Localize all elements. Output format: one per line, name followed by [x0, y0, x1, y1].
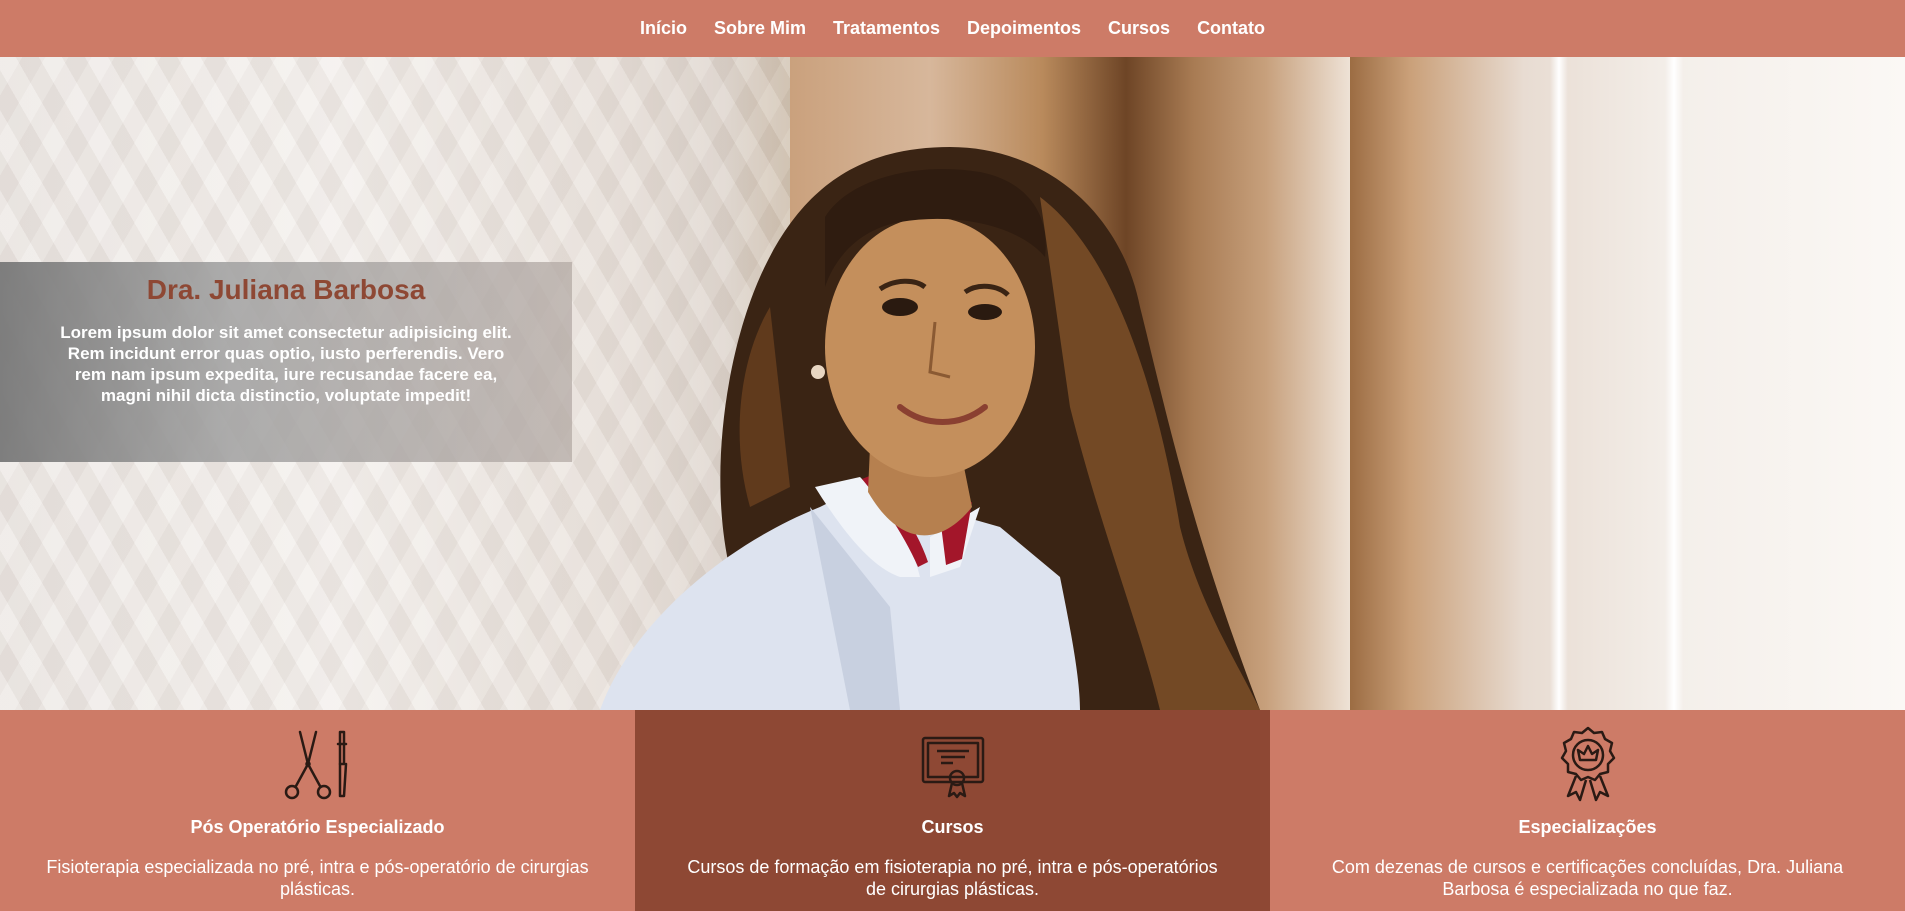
feature-title: Cursos — [921, 817, 984, 837]
hero-banner: Dra. Juliana Barbosa Lorem ipsum dolor s… — [0, 57, 1905, 710]
feature-title: Pós Operatório Especializado — [190, 817, 445, 837]
feature-card-especializacoes: Especializações Com dezenas de cursos e … — [1270, 710, 1905, 911]
nav-link-sobre-mim[interactable]: Sobre Mim — [714, 18, 806, 39]
award-badge-icon — [1560, 726, 1615, 802]
nav-link-inicio[interactable]: Início — [640, 18, 687, 39]
doctor-name-heading: Dra. Juliana Barbosa — [146, 274, 426, 305]
nav-link-tratamentos[interactable]: Tratamentos — [833, 18, 940, 39]
features-section: Pós Operatório Especializado Fisioterapi… — [0, 710, 1905, 911]
hero-light-strip — [1550, 57, 1568, 710]
intro-card: Dra. Juliana Barbosa Lorem ipsum dolor s… — [0, 262, 572, 462]
nav-link-contato[interactable]: Contato — [1197, 18, 1265, 39]
feature-title: Especializações — [1518, 817, 1657, 837]
feature-description: Fisioterapia especializada no pré, intra… — [46, 857, 589, 899]
feature-card-cursos: Cursos Cursos de formação em fisioterapi… — [635, 710, 1270, 911]
intro-description: Lorem ipsum dolor sit amet consectetur a… — [60, 323, 512, 405]
hero-portrait-photo — [600, 147, 1260, 710]
nav-link-cursos[interactable]: Cursos — [1108, 18, 1170, 39]
feature-description: Cursos de formação em fisioterapia no pr… — [687, 857, 1218, 899]
main-navbar: Início Sobre Mim Tratamentos Depoimentos… — [0, 0, 1905, 57]
surgical-tools-icon — [284, 730, 347, 800]
certificate-icon — [921, 736, 984, 799]
hero-light-strip — [1665, 57, 1683, 710]
feature-card-pos-operatorio: Pós Operatório Especializado Fisioterapi… — [0, 710, 635, 911]
nav-link-depoimentos[interactable]: Depoimentos — [967, 18, 1081, 39]
feature-description: Com dezenas de cursos e certificações co… — [1331, 857, 1844, 899]
